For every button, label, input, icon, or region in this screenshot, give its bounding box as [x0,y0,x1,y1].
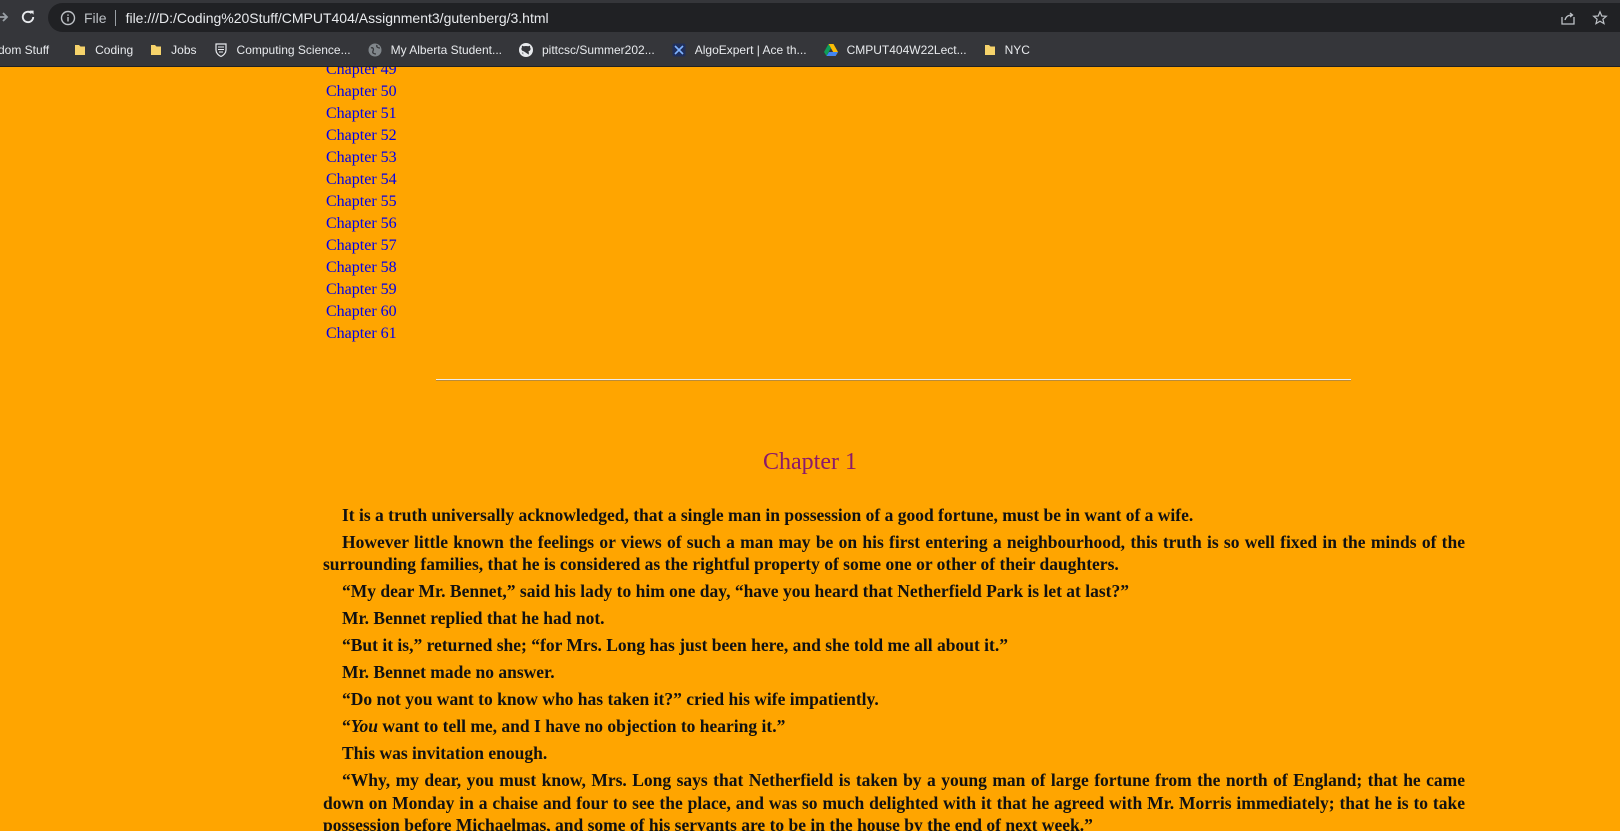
forward-button[interactable] [0,6,14,28]
horizontal-rule [436,379,1351,381]
toc-link-chapter-53[interactable]: Chapter 53 [326,149,397,166]
reload-icon [21,10,35,24]
table-of-contents: Chapter 49 Chapter 50 Chapter 51 Chapter… [326,67,397,346]
toc-item: Chapter 52 [326,126,397,148]
toc-item: Chapter 49 [326,67,397,82]
uofa-shield-icon [214,43,227,58]
url-text[interactable]: file:///D:/Coding%20Stuff/CMPUT404/Assig… [126,10,549,26]
page-content: Chapter 49 Chapter 50 Chapter 51 Chapter… [0,67,1620,831]
toc-link-chapter-49[interactable]: Chapter 49 [326,67,397,78]
paragraph: Mr. Bennet replied that he had not. [342,608,605,629]
paragraph: “But it is,” returned she; “for Mrs. Lon… [342,635,1008,656]
bookmark-label: Computing Science... [236,43,351,57]
bookmark-coding[interactable]: Coding [65,36,141,64]
arrow-right-icon [0,12,9,22]
scheme-label: File [84,9,107,26]
toc-item: Chapter 59 [326,280,397,302]
toc-link-chapter-59[interactable]: Chapter 59 [326,281,397,298]
omnibox-divider [114,9,116,26]
paragraph: It is a truth universally acknowledged, … [342,505,1194,525]
paragraph: This was invitation enough. [342,743,548,764]
share-button[interactable] [1556,6,1580,30]
paragraph: “Do not you want to know who has taken i… [342,689,879,710]
info-icon[interactable] [60,10,76,26]
toc-link-chapter-58[interactable]: Chapter 58 [326,259,397,276]
bookmark-pittcsc[interactable]: pittcsc/Summer202... [510,36,663,64]
toc-item: Chapter 54 [326,170,397,192]
toc-item: Chapter 50 [326,82,397,104]
github-icon [519,43,533,57]
algoexpert-icon [672,43,686,57]
toc-item: Chapter 58 [326,258,397,280]
toc-item: Chapter 57 [326,236,397,258]
toc-item: Chapter 53 [326,148,397,170]
bookmark-algoexpert[interactable]: AlgoExpert | Ace th... [663,36,815,64]
toc-item: Chapter 51 [326,104,397,126]
bookmark-label: pittcsc/Summer202... [542,43,655,57]
toc-item: Chapter 55 [326,192,397,214]
toc-link-chapter-56[interactable]: Chapter 56 [326,215,397,232]
browser-toolbar: File file:///D:/Coding%20Stuff/CMPUT404/… [0,0,1620,34]
bookmark-computing-science[interactable]: Computing Science... [205,36,359,64]
toc-link-chapter-55[interactable]: Chapter 55 [326,193,397,210]
bookmark-label: CMPUT404W22Lect... [846,43,967,57]
toc-link-chapter-57[interactable]: Chapter 57 [326,237,397,254]
toc-link-chapter-61[interactable]: Chapter 61 [326,325,397,342]
toc-link-chapter-51[interactable]: Chapter 51 [326,105,397,122]
toc-link-chapter-50[interactable]: Chapter 50 [326,83,397,100]
paragraph: However little known the feelings or vie… [323,532,1465,575]
paragraph: Mr. Bennet made no answer. [342,662,555,683]
bookmark-label: Coding [95,43,134,57]
share-icon [1561,11,1575,25]
emphasis: You [350,716,378,737]
paragraph: “Why, my dear, you must know, Mrs. Long … [323,770,1465,831]
bookmark-random-stuff[interactable]: dom Stuff [0,36,57,64]
bookmark-label: Jobs [171,43,197,57]
toc-item: Chapter 61 [326,324,397,346]
browser-chrome: File file:///D:/Coding%20Stuff/CMPUT404/… [0,0,1620,67]
bookmark-label: AlgoExpert | Ace th... [694,43,807,57]
folder-icon [151,45,162,55]
bookmark-label: My Alberta Student... [390,43,502,57]
paragraph: “My dear Mr. Bennet,” said his lady to h… [342,581,1130,602]
quote-open: “ [342,716,351,737]
paragraph: “You want to tell me, and I have no obje… [323,715,1465,737]
google-drive-icon [823,44,838,56]
bookmark-cmput404-lectures[interactable]: CMPUT404W22Lect... [815,36,975,64]
bookmarks-bar: dom Stuff Coding Jobs Computing Science.… [0,34,1620,66]
bookmark-label: dom Stuff [0,43,50,57]
reload-button[interactable] [17,6,39,28]
folder-icon [75,45,86,55]
toc-link-chapter-60[interactable]: Chapter 60 [326,303,397,320]
chapter-heading: Chapter 1 [763,449,857,475]
omnibox-actions [1556,3,1620,32]
bookmark-jobs[interactable]: Jobs [141,36,204,64]
bookmark-star-button[interactable] [1588,6,1612,30]
bookmark-nyc[interactable]: NYC [975,36,1038,64]
paragraph-rest: want to tell me, and I have no objection… [377,716,786,737]
bookmark-label: NYC [1004,43,1030,57]
address-bar[interactable]: File file:///D:/Coding%20Stuff/CMPUT404/… [48,3,1620,32]
chapter-text: It is a truth universally acknowledged, … [323,504,1465,831]
toc-item: Chapter 60 [326,302,397,324]
bookmark-my-alberta-student[interactable]: My Alberta Student... [359,36,510,64]
toc-link-chapter-52[interactable]: Chapter 52 [326,127,397,144]
folder-icon [984,45,995,55]
star-icon [1592,9,1608,25]
globe-icon [368,43,382,57]
toc-link-chapter-54[interactable]: Chapter 54 [326,171,397,188]
toc-item: Chapter 56 [326,214,397,236]
